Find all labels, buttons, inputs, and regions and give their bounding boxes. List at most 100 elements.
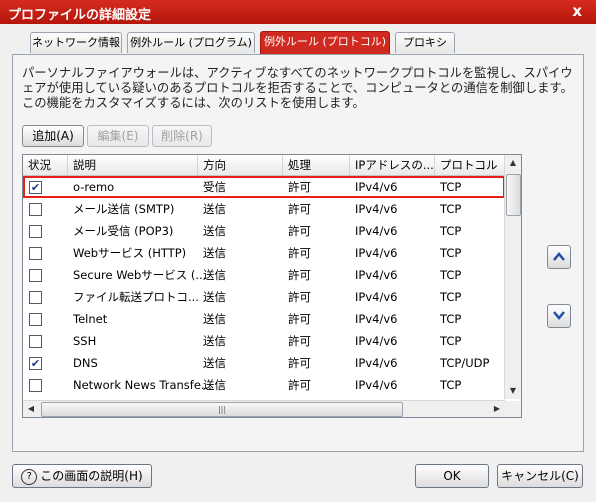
- tab-exception-program[interactable]: 例外ルール (プログラム): [127, 32, 255, 53]
- cell-protocol: TCP: [440, 268, 462, 282]
- description-line: この機能をカスタマイズするには、次のリストを使用します。: [22, 96, 365, 110]
- scroll-right-arrow-icon[interactable]: ▶: [489, 401, 505, 417]
- close-icon[interactable]: x: [572, 2, 582, 20]
- cell-direction: 送信: [203, 356, 226, 370]
- column-header-protocol[interactable]: プロトコル: [435, 155, 505, 175]
- cell-description: DNS: [73, 356, 98, 370]
- cell-ip: IPv4/v6: [355, 290, 398, 304]
- cell-protocol: TCP: [440, 202, 462, 216]
- tab-proxy[interactable]: プロキシ: [395, 32, 455, 53]
- table-row[interactable]: SSH 送信 許可 IPv4/v6 TCP: [23, 330, 505, 352]
- help-button[interactable]: ? この画面の説明(H): [12, 464, 152, 488]
- cell-ip: IPv4/v6: [355, 378, 398, 392]
- scroll-corner: [505, 401, 521, 417]
- cell-description: o-remo: [73, 180, 115, 194]
- cell-direction: 送信: [203, 312, 226, 326]
- window-title: プロファイルの詳細設定: [8, 8, 152, 23]
- help-button-label: この画面の説明(H): [40, 469, 143, 483]
- cell-description: SSH: [73, 334, 97, 348]
- horizontal-scroll-thumb[interactable]: |||: [41, 402, 403, 417]
- cell-ip: IPv4/v6: [355, 180, 398, 194]
- status-checkbox[interactable]: [29, 269, 42, 282]
- scroll-left-arrow-icon[interactable]: ◀: [23, 401, 39, 417]
- cell-ip: IPv4/v6: [355, 356, 398, 370]
- cell-direction: 送信: [203, 290, 226, 304]
- cell-ip: IPv4/v6: [355, 312, 398, 326]
- cell-action: 許可: [288, 334, 311, 348]
- edit-button[interactable]: 編集(E): [87, 125, 149, 147]
- description-text: パーソナルファイアウォールは、アクティブなすべてのネットワークプロトコルを監視し…: [22, 66, 573, 111]
- cell-description: Network News Transfe...: [73, 378, 212, 392]
- cell-description: メール受信 (POP3): [73, 224, 174, 238]
- move-up-button[interactable]: [547, 245, 571, 269]
- column-header-description[interactable]: 説明: [68, 155, 198, 175]
- cell-description: メール送信 (SMTP): [73, 202, 175, 216]
- description-line: パーソナルファイアウォールは、アクティブなすべてのネットワークプロトコルを監視し…: [22, 66, 573, 80]
- chevron-down-icon: [553, 311, 565, 320]
- tab-network-info[interactable]: ネットワーク情報: [30, 32, 122, 53]
- cell-direction: 受信: [203, 180, 226, 194]
- cell-action: 許可: [288, 224, 311, 238]
- status-checkbox[interactable]: ✔: [29, 357, 42, 370]
- table-row[interactable]: Network News Transfe... 送信 許可 IPv4/v6 TCP: [23, 374, 505, 396]
- status-checkbox[interactable]: [29, 291, 42, 304]
- cell-direction: 送信: [203, 202, 226, 216]
- cell-ip: IPv4/v6: [355, 246, 398, 260]
- cell-action: 許可: [288, 290, 311, 304]
- status-checkbox[interactable]: [29, 379, 42, 392]
- title-bar: プロファイルの詳細設定 x: [0, 0, 596, 24]
- cell-action: 許可: [288, 356, 311, 370]
- column-header-status[interactable]: 状況: [23, 155, 68, 175]
- status-checkbox[interactable]: [29, 203, 42, 216]
- cell-protocol: TCP: [440, 378, 462, 392]
- delete-button[interactable]: 削除(R): [152, 125, 212, 147]
- move-down-button[interactable]: [547, 304, 571, 328]
- cell-action: 許可: [288, 312, 311, 326]
- status-checkbox[interactable]: [29, 225, 42, 238]
- table-row[interactable]: メール送信 (SMTP) 送信 許可 IPv4/v6 TCP: [23, 198, 505, 220]
- cell-ip: IPv4/v6: [355, 202, 398, 216]
- status-checkbox[interactable]: [29, 247, 42, 260]
- question-icon: ?: [21, 468, 38, 485]
- cell-action: 許可: [288, 378, 311, 392]
- cell-direction: 送信: [203, 334, 226, 348]
- status-checkbox[interactable]: [29, 313, 42, 326]
- cell-description: Webサービス (HTTP): [73, 246, 187, 260]
- cell-protocol: TCP: [440, 180, 462, 194]
- cell-protocol: TCP: [440, 334, 462, 348]
- tab-exception-protocol[interactable]: 例外ルール (プロトコル): [260, 31, 390, 54]
- cell-direction: 送信: [203, 224, 226, 238]
- table-row[interactable]: Telnet 送信 許可 IPv4/v6 TCP: [23, 308, 505, 330]
- cancel-button[interactable]: キャンセル(C): [497, 464, 583, 488]
- table-row[interactable]: メール受信 (POP3) 送信 許可 IPv4/v6 TCP: [23, 220, 505, 242]
- column-header-action[interactable]: 処理: [283, 155, 350, 175]
- cell-protocol: TCP: [440, 224, 462, 238]
- status-checkbox[interactable]: ✔: [29, 181, 42, 194]
- cell-description: ファイル転送プロトコ...: [73, 290, 199, 304]
- add-button[interactable]: 追加(A): [22, 125, 84, 147]
- cell-ip: IPv4/v6: [355, 268, 398, 282]
- table-header: 状況 説明 方向 処理 IPアドレスの... プロトコル: [23, 155, 505, 176]
- column-header-ip-address[interactable]: IPアドレスの...: [350, 155, 435, 175]
- cell-description: Telnet: [73, 312, 108, 326]
- scroll-up-arrow-icon[interactable]: ▲: [505, 155, 521, 171]
- description-line: ェアが使用している疑いのあるプロトコルを拒否することで、コンピュータとの通信を制…: [22, 81, 573, 95]
- scroll-down-arrow-icon[interactable]: ▼: [505, 383, 521, 399]
- table-row[interactable]: Secure Webサービス (... 送信 許可 IPv4/v6 TCP: [23, 264, 505, 286]
- table-row[interactable]: ✔ DNS 送信 許可 IPv4/v6 TCP/UDP: [23, 352, 505, 374]
- vertical-scroll-thumb[interactable]: [506, 174, 521, 216]
- table-row[interactable]: ✔ o-remo 受信 許可 IPv4/v6 TCP: [23, 176, 505, 198]
- cell-ip: IPv4/v6: [355, 224, 398, 238]
- table-row[interactable]: Webサービス (HTTP) 送信 許可 IPv4/v6 TCP: [23, 242, 505, 264]
- cell-protocol: TCP: [440, 290, 462, 304]
- status-checkbox[interactable]: [29, 335, 42, 348]
- column-header-direction[interactable]: 方向: [198, 155, 283, 175]
- cell-protocol: TCP: [440, 246, 462, 260]
- table-row[interactable]: ファイル転送プロトコ... 送信 許可 IPv4/v6 TCP: [23, 286, 505, 308]
- vertical-scrollbar[interactable]: ▲ ▼: [504, 155, 521, 399]
- cell-action: 許可: [288, 202, 311, 216]
- chevron-up-icon: [553, 252, 565, 261]
- ok-button[interactable]: OK: [415, 464, 489, 488]
- horizontal-scrollbar[interactable]: ◀ ||| ▶: [23, 400, 505, 417]
- cell-action: 許可: [288, 246, 311, 260]
